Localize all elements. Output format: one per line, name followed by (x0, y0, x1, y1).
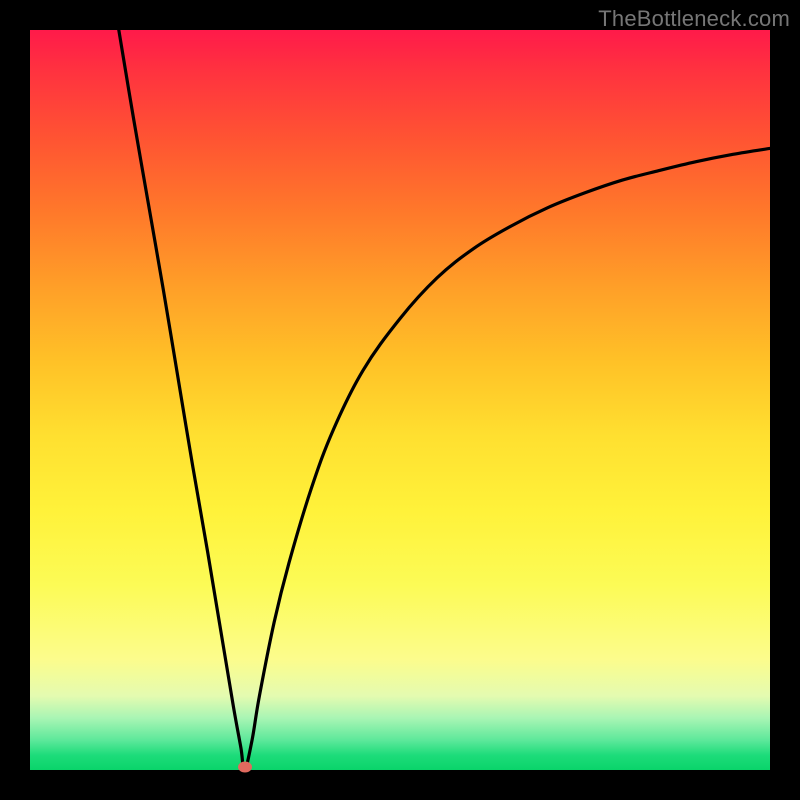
chart-container: TheBottleneck.com (0, 0, 800, 800)
plot-area (30, 30, 770, 770)
curve-path (119, 30, 770, 770)
minimum-marker (238, 762, 252, 773)
watermark-text: TheBottleneck.com (598, 6, 790, 32)
bottleneck-curve (30, 30, 770, 770)
